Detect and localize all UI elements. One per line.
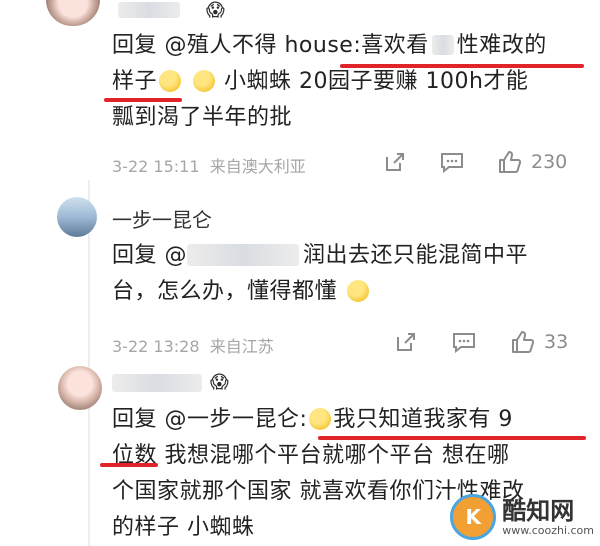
- like-count: 230: [531, 151, 568, 173]
- red-underline: [100, 463, 158, 467]
- comment-location: 来自江苏: [209, 337, 274, 356]
- share-icon: [397, 333, 415, 351]
- comment-text: 回复 @殖人不得 house:喜欢看 性难改的 样子 小蜘蛛 20园子要赚 100…: [112, 33, 547, 130]
- watermark-name: 酷知网: [502, 496, 575, 525]
- comment-date: 3-22 15:11: [112, 157, 200, 176]
- comment-icon: [441, 153, 463, 173]
- share-icon: [386, 153, 404, 171]
- reply-prefix: 回复 @一步一昆仑:: [112, 407, 308, 432]
- blurred-text: [431, 35, 454, 55]
- red-underline: [104, 98, 182, 102]
- thumbs-up-icon: [512, 331, 535, 353]
- like-button[interactable]: 33: [510, 329, 568, 355]
- smile-emoji-icon: [159, 70, 182, 92]
- comment-text: 回复 @ 润出去还只能混简中平 台，怎么办，懂得都懂: [112, 243, 529, 304]
- comment-icon: [453, 333, 475, 353]
- thinking-emoji-icon: [309, 408, 332, 430]
- username-blurred: [112, 374, 202, 392]
- badge-icon: 😱: [210, 372, 229, 393]
- smile-emoji-icon: [192, 70, 215, 92]
- thumbs-up-icon: [499, 151, 522, 173]
- reply-prefix: 回复 @殖人不得 house:: [112, 33, 362, 58]
- share-button[interactable]: [395, 331, 417, 353]
- share-button[interactable]: [384, 151, 406, 173]
- username-blurred: [118, 2, 180, 18]
- avatar[interactable]: [58, 366, 102, 410]
- watermark: K 酷知网 www.coozhi.com: [450, 494, 594, 540]
- blurred-mention: [187, 244, 299, 266]
- red-underline: [340, 64, 584, 68]
- watermark-logo-icon: K: [450, 494, 497, 540]
- comment-location: 来自澳大利亚: [209, 157, 306, 176]
- comment-button[interactable]: [440, 151, 464, 173]
- thinking-emoji-icon: [346, 280, 369, 302]
- comment-button[interactable]: [452, 331, 476, 353]
- thread-rail: [88, 180, 90, 546]
- avatar[interactable]: [46, 0, 100, 26]
- watermark-url: www.coozhi.com: [502, 523, 594, 537]
- badge-icon: 😱: [206, 0, 225, 21]
- comment-meta: 3-22 15:11 来自澳大利亚: [112, 153, 306, 177]
- red-underline: [318, 436, 586, 440]
- username[interactable]: 一步一昆仑: [112, 204, 212, 233]
- like-count: 33: [544, 331, 569, 353]
- avatar[interactable]: [57, 197, 97, 237]
- comment-meta: 3-22 13:28 来自江苏: [112, 333, 274, 357]
- like-button[interactable]: 230: [497, 149, 567, 175]
- comment-date: 3-22 13:28: [112, 337, 200, 356]
- reply-prefix: 回复 @: [112, 243, 187, 268]
